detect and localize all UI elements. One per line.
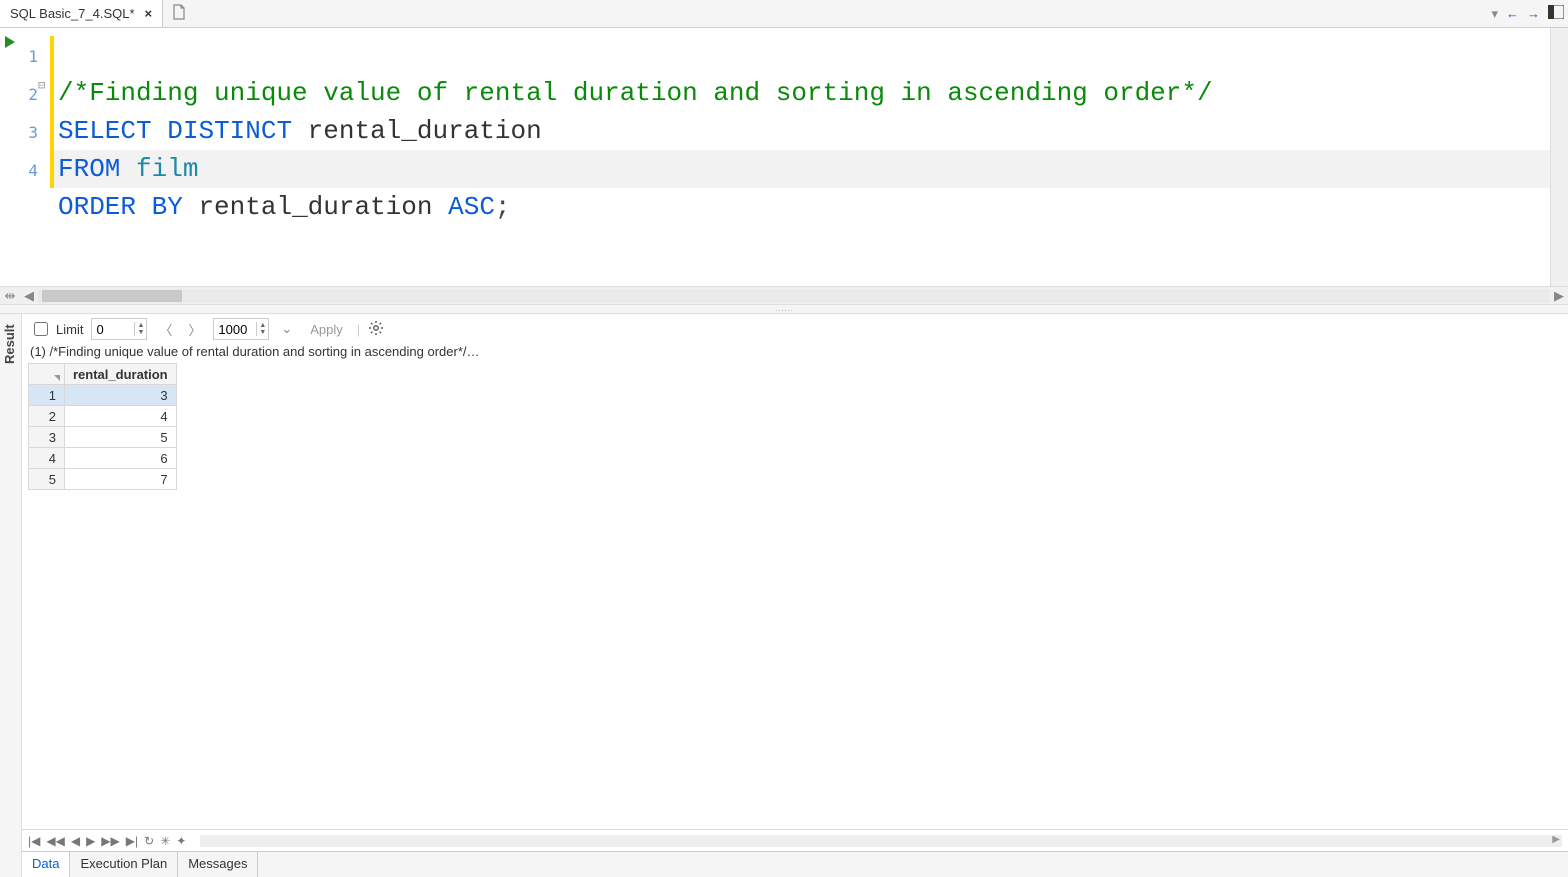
limit-input[interactable] xyxy=(92,322,134,337)
close-icon[interactable]: × xyxy=(145,6,153,21)
line-number: 4 xyxy=(20,152,38,190)
spin-down-icon[interactable]: ▼ xyxy=(137,329,144,336)
scroll-left-icon[interactable]: ◀ xyxy=(20,288,38,304)
line-number: 1 xyxy=(20,38,38,76)
table-row[interactable]: 2 4 xyxy=(29,406,177,427)
nav-prev-icon[interactable]: ◀ xyxy=(71,834,80,848)
code-keyword: ASC xyxy=(448,192,495,222)
code-punct: ; xyxy=(495,192,511,222)
table-row[interactable]: 5 7 xyxy=(29,469,177,490)
editor-splitter-icon[interactable]: ⇹ xyxy=(0,288,20,304)
code-identifier: rental_duration xyxy=(198,192,432,222)
spin-down-icon[interactable]: ▼ xyxy=(259,329,266,336)
result-side-label: Result xyxy=(2,324,17,364)
table-row[interactable]: 1 3 xyxy=(29,385,177,406)
editor-horizontal-scrollbar[interactable]: ⇹ ◀ ▶ xyxy=(0,286,1568,304)
code-identifier: rental_duration xyxy=(308,116,542,146)
results-bottom-tabs: Data Execution Plan Messages xyxy=(22,851,1568,877)
cell-value[interactable]: 3 xyxy=(65,385,177,406)
run-gutter[interactable] xyxy=(0,28,20,286)
nav-next-page-icon[interactable]: ▶▶ xyxy=(101,834,119,848)
results-query-description: (1) /*Finding unique value of rental dur… xyxy=(22,344,1568,363)
code-keyword: SELECT xyxy=(58,116,152,146)
line-number: 2 xyxy=(20,76,38,114)
code-keyword: ORDER xyxy=(58,192,136,222)
spin-up-icon[interactable]: ▲ xyxy=(259,322,266,329)
scroll-track[interactable] xyxy=(38,289,1550,303)
table-row[interactable]: 4 6 xyxy=(29,448,177,469)
scroll-thumb[interactable] xyxy=(42,290,182,302)
limit-spinner[interactable]: ▲▼ xyxy=(91,318,147,340)
editor-vertical-scrollbar[interactable] xyxy=(1550,28,1568,286)
line-number-gutter: 1 2 3 4 xyxy=(20,28,38,286)
row-number: 5 xyxy=(29,469,65,490)
code-area[interactable]: /*Finding unique value of rental duratio… xyxy=(54,28,1550,286)
new-file-icon[interactable] xyxy=(171,4,187,23)
nav-prev-page-icon[interactable]: ◀◀ xyxy=(46,834,64,848)
row-number: 4 xyxy=(29,448,65,469)
nav-back-icon[interactable]: ← xyxy=(1506,6,1519,21)
row-number-header[interactable] xyxy=(29,364,65,385)
nav-add-icon[interactable]: ✳ xyxy=(160,834,170,848)
row-number: 1 xyxy=(29,385,65,406)
nav-bookmark-icon[interactable]: ✦ xyxy=(176,834,186,848)
limit-label: Limit xyxy=(56,322,83,337)
scroll-right-icon[interactable]: ▶ xyxy=(1550,288,1568,304)
nav-next-icon[interactable]: ▶ xyxy=(86,834,95,848)
nav-first-icon[interactable]: |◀ xyxy=(28,834,40,848)
run-icon[interactable] xyxy=(4,36,16,48)
limit-checkbox[interactable] xyxy=(34,322,48,336)
tab-execution-plan[interactable]: Execution Plan xyxy=(70,852,178,877)
tab-data[interactable]: Data xyxy=(22,852,70,877)
row-number: 3 xyxy=(29,427,65,448)
code-keyword: DISTINCT xyxy=(167,116,292,146)
code-keyword: BY xyxy=(152,192,183,222)
spin-up-icon[interactable]: ▲ xyxy=(137,322,144,329)
page-size-input[interactable] xyxy=(214,322,256,337)
results-pane: Result Limit ▲▼ 〈 〉 ▲▼ ⌄ Apply | (1) /*F… xyxy=(0,314,1568,877)
tab-messages[interactable]: Messages xyxy=(178,852,258,877)
table-row[interactable]: 3 5 xyxy=(29,427,177,448)
tab-bar-right-controls: ▾ ← → xyxy=(1491,5,1564,22)
results-record-navigator: |◀ ◀◀ ◀ ▶ ▶▶ ▶| ↻ ✳ ✦ xyxy=(22,829,1568,851)
pane-splitter[interactable]: ⋯⋯ xyxy=(0,304,1568,314)
results-grid-area[interactable]: rental_duration 1 3 2 4 3 5 xyxy=(22,363,1568,829)
results-grid: rental_duration 1 3 2 4 3 5 xyxy=(28,363,177,490)
fold-gutter[interactable]: ⊟ xyxy=(38,28,50,286)
sql-editor[interactable]: 1 2 3 4 ⊟ /*Finding unique value of rent… xyxy=(0,28,1568,286)
editor-tab-title: SQL Basic_7_4.SQL* xyxy=(10,6,135,21)
page-size-spinner[interactable]: ▲▼ xyxy=(213,318,269,340)
result-side-tab[interactable]: Result xyxy=(0,314,22,877)
apply-dropdown-icon[interactable]: ⌄ xyxy=(277,321,296,337)
code-table: film xyxy=(136,154,198,184)
editor-tab-bar: SQL Basic_7_4.SQL* × ▾ ← → xyxy=(0,0,1568,28)
results-scroll-track[interactable] xyxy=(200,835,1562,847)
column-header-rental-duration[interactable]: rental_duration xyxy=(65,364,177,385)
code-comment: /*Finding unique value of rental duratio… xyxy=(58,78,1213,108)
cell-value[interactable]: 7 xyxy=(65,469,177,490)
cell-value[interactable]: 4 xyxy=(65,406,177,427)
row-number: 2 xyxy=(29,406,65,427)
nav-refresh-icon[interactable]: ↻ xyxy=(144,834,154,848)
apply-button[interactable]: Apply xyxy=(304,322,349,337)
cell-value[interactable]: 5 xyxy=(65,427,177,448)
editor-tab-active[interactable]: SQL Basic_7_4.SQL* × xyxy=(0,0,163,27)
results-toolbar: Limit ▲▼ 〈 〉 ▲▼ ⌄ Apply | xyxy=(22,314,1568,344)
page-prev-icon[interactable]: 〈 xyxy=(155,320,176,339)
nav-forward-icon[interactable]: → xyxy=(1527,6,1540,21)
code-keyword: FROM xyxy=(58,154,120,184)
gear-icon[interactable] xyxy=(368,320,384,339)
nav-last-icon[interactable]: ▶| xyxy=(126,834,138,848)
page-next-icon[interactable]: 〉 xyxy=(184,320,205,339)
line-number: 3 xyxy=(20,114,38,152)
cell-value[interactable]: 6 xyxy=(65,448,177,469)
panel-layout-icon[interactable] xyxy=(1548,5,1564,22)
tab-dropdown-icon[interactable]: ▾ xyxy=(1491,6,1498,22)
